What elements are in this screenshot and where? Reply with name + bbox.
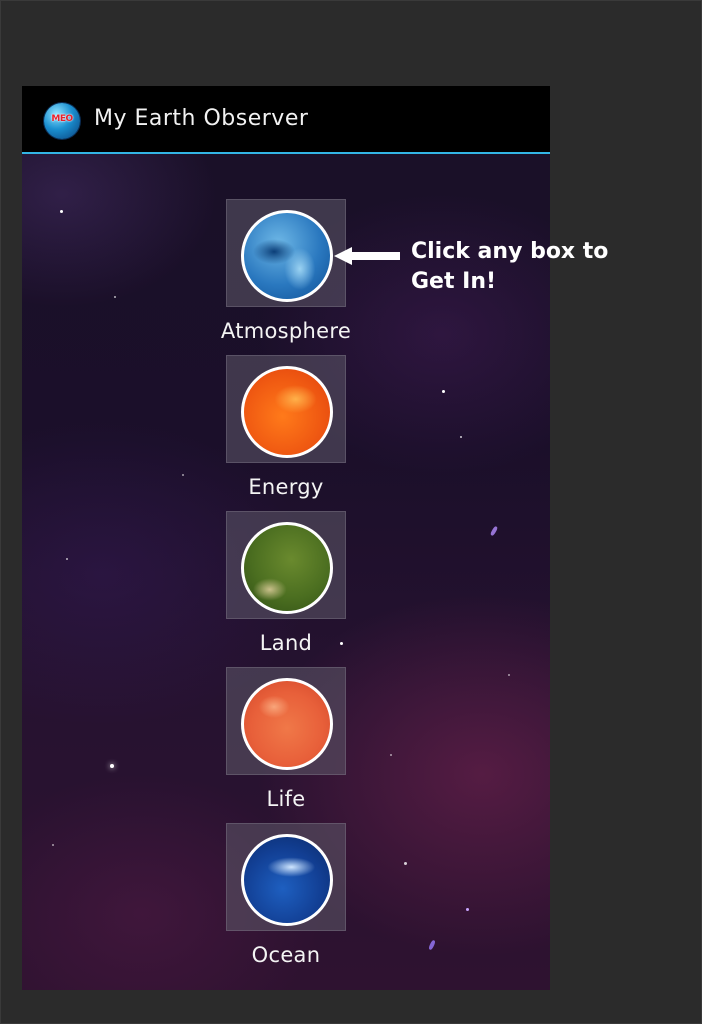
callout-text: Click any box to Get In! bbox=[411, 237, 651, 297]
category-label-atmosphere: Atmosphere bbox=[220, 319, 352, 343]
star bbox=[404, 862, 407, 865]
star bbox=[110, 764, 114, 768]
phone-screen: MEO My Earth Observer Atmosphere Energy … bbox=[22, 86, 550, 990]
atmosphere-planet-icon bbox=[241, 210, 333, 302]
ocean-planet-icon bbox=[241, 834, 333, 926]
category-tile-land[interactable] bbox=[226, 511, 346, 619]
star bbox=[114, 296, 116, 298]
life-planet-icon bbox=[241, 678, 333, 770]
category-label-energy: Energy bbox=[248, 475, 324, 499]
category-label-land: Land bbox=[259, 631, 313, 655]
app-title: My Earth Observer bbox=[94, 106, 309, 131]
category-tile-ocean[interactable] bbox=[226, 823, 346, 931]
star bbox=[442, 390, 445, 393]
app-logo-text: MEO bbox=[51, 114, 73, 124]
star bbox=[52, 844, 54, 846]
star bbox=[508, 674, 510, 676]
category-tile-atmosphere[interactable] bbox=[226, 199, 346, 307]
category-tile-energy[interactable] bbox=[226, 355, 346, 463]
star bbox=[466, 908, 469, 911]
category-tile-life[interactable] bbox=[226, 667, 346, 775]
callout-line-2: Get In! bbox=[411, 269, 497, 294]
action-bar: MEO My Earth Observer bbox=[22, 86, 550, 154]
arrow-left-icon bbox=[334, 247, 400, 265]
energy-planet-icon bbox=[241, 366, 333, 458]
star bbox=[60, 210, 63, 213]
star bbox=[66, 558, 68, 560]
star bbox=[460, 436, 462, 438]
app-logo-icon: MEO bbox=[44, 103, 80, 139]
callout-line-1: Click any box to bbox=[411, 239, 609, 264]
land-planet-icon bbox=[241, 522, 333, 614]
star bbox=[390, 754, 392, 756]
category-label-ocean: Ocean bbox=[251, 943, 321, 967]
star bbox=[489, 525, 499, 537]
category-label-life: Life bbox=[266, 787, 306, 811]
